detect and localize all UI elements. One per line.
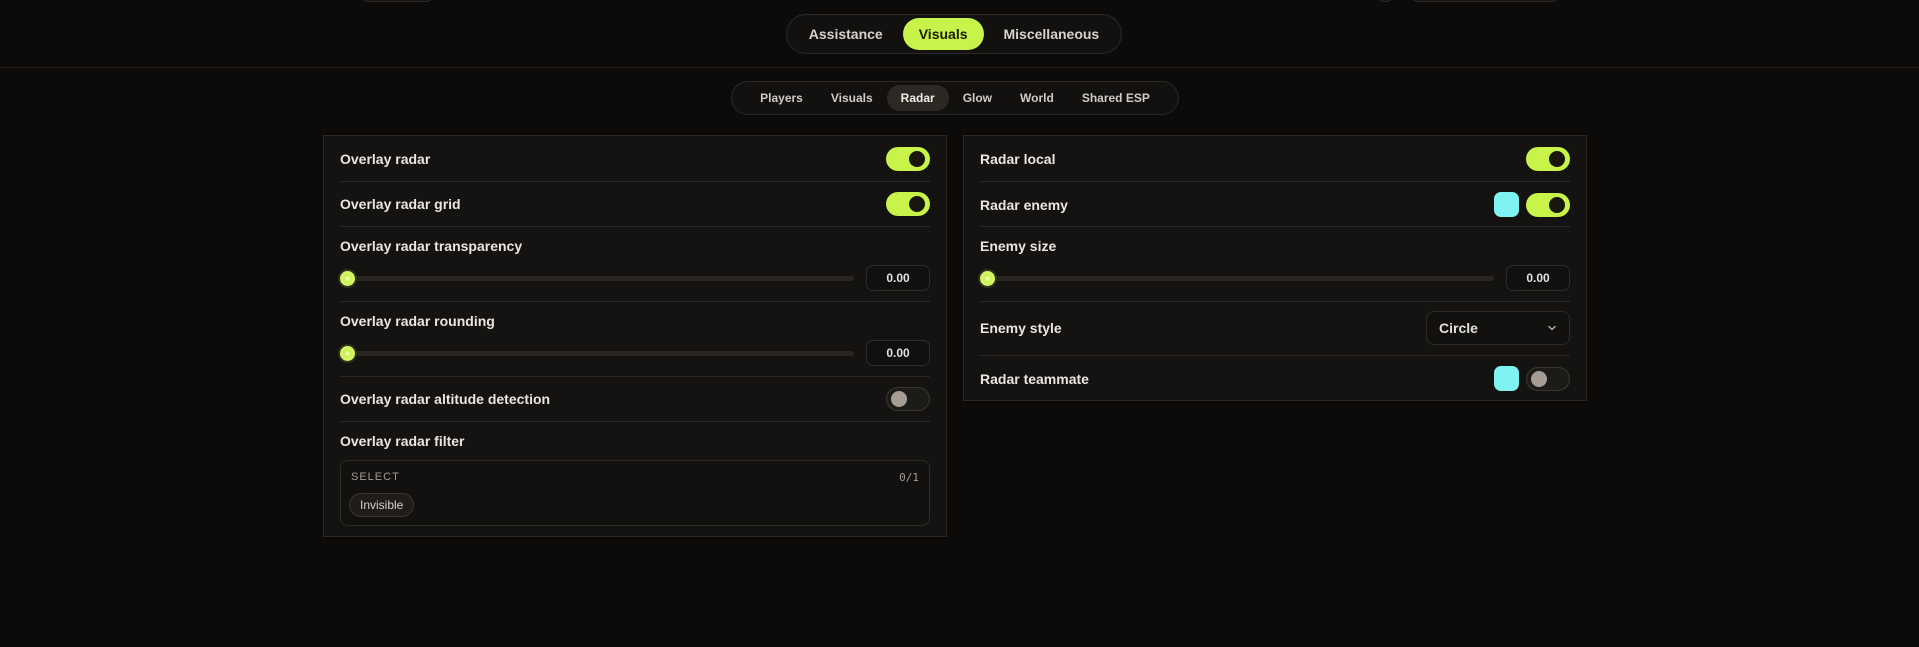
enemy-size-value[interactable]: 0.00 [1506,265,1570,291]
toggle-knob [1549,196,1565,213]
subtab-world[interactable]: World [1006,85,1068,111]
slider-track[interactable] [340,351,854,356]
subtab-radar[interactable]: Radar [886,85,949,111]
overlay-radar-grid-toggle[interactable] [886,192,930,216]
slider-thumb[interactable] [340,346,355,361]
radar-teammate-controls [1494,366,1570,391]
radar-enemy-color-swatch[interactable] [1494,192,1519,217]
subtab-visuals[interactable]: Visuals [817,85,887,111]
radar-teammate-toggle[interactable] [1526,366,1570,391]
overlay-radar-label: Overlay radar [340,151,431,167]
toggle-knob [891,391,907,407]
subtab-glow[interactable]: Glow [949,85,1006,111]
overlay-radar-grid-label: Overlay radar grid [340,196,461,212]
enemy-size-slider: 0.00 [980,265,1570,291]
enemy-size-row: Enemy size [980,236,1570,256]
row-divider [340,301,930,302]
overlay-radar-rounding-slider: 0.00 [340,340,930,366]
toggle-knob [1531,370,1547,387]
main-tab-bar: Assistance Visuals Miscellaneous [786,14,1122,54]
slider-thumb[interactable] [980,271,995,286]
overlay-radar-filter-row: Overlay radar filter [340,431,930,451]
overlay-radar-transparency-value[interactable]: 0.00 [866,265,930,291]
sub-tab-bar: Players Visuals Radar Glow World Shared … [731,81,1179,115]
radar-enemy-label: Radar enemy [980,196,1068,213]
slider-thumb[interactable] [340,271,355,286]
overlay-radar-rounding-value[interactable]: 0.00 [866,340,930,366]
overlay-radar-rounding-label: Overlay radar rounding [340,313,495,329]
enemy-style-value: Circle [1439,320,1478,336]
row-divider [340,376,930,377]
row-divider [340,421,930,422]
filter-option-invisible[interactable]: Invisible [349,493,415,517]
radar-enemy-controls [1494,192,1570,217]
overlay-radar-grid-row: Overlay radar grid [340,192,930,216]
overlay-radar-row: Overlay radar [340,147,930,171]
row-divider [340,181,930,182]
top-right-control-stub [1410,0,1560,2]
enemy-size-label: Enemy size [980,238,1057,254]
row-divider [980,181,1570,182]
select-label: SELECT [351,471,400,483]
overlay-radar-altitude-label: Overlay radar altitude detection [340,391,551,407]
slider-track[interactable] [340,276,854,281]
radar-entities-panel: Radar local Radar enemy Enemy size 0.00 … [963,135,1587,401]
radar-local-row: Radar local [980,147,1570,171]
toggle-knob [1549,151,1565,167]
toggle-knob [909,151,925,167]
radar-teammate-label: Radar teammate [980,370,1089,387]
enemy-style-row: Enemy style Circle [980,311,1570,345]
top-right-icon-stub [1376,0,1394,2]
slider-track[interactable] [980,276,1494,281]
overlay-radar-filter-label: Overlay radar filter [340,433,465,449]
overlay-radar-filter-select[interactable]: SELECT 0/1 Invisible [340,460,930,526]
row-divider [980,301,1570,302]
overlay-radar-panel: Overlay radar Overlay radar grid Overlay… [323,135,947,537]
overlay-radar-toggle[interactable] [886,147,930,171]
selection-count: 0/1 [899,471,919,484]
enemy-style-dropdown[interactable]: Circle [1426,311,1570,345]
overlay-radar-altitude-toggle[interactable] [886,387,930,411]
top-left-control-stub [360,0,434,2]
radar-local-label: Radar local [980,151,1056,167]
radar-enemy-row: Radar enemy [980,192,1570,217]
chevron-down-icon [1548,325,1556,331]
overlay-radar-transparency-slider: 0.00 [340,265,930,291]
row-divider [980,226,1570,227]
row-divider [980,355,1570,356]
subtab-shared-esp[interactable]: Shared ESP [1068,85,1164,111]
radar-local-toggle[interactable] [1526,147,1570,171]
radar-teammate-color-swatch[interactable] [1494,366,1519,391]
header-divider [0,67,1919,68]
row-divider [340,226,930,227]
overlay-radar-altitude-row: Overlay radar altitude detection [340,387,930,411]
tab-assistance[interactable]: Assistance [793,18,899,50]
radar-enemy-toggle[interactable] [1526,192,1570,217]
enemy-style-label: Enemy style [980,320,1062,336]
overlay-radar-transparency-row: Overlay radar transparency [340,236,930,256]
tab-miscellaneous[interactable]: Miscellaneous [988,18,1116,50]
toggle-knob [909,196,925,212]
radar-teammate-row: Radar teammate [980,366,1570,391]
overlay-radar-rounding-row: Overlay radar rounding [340,311,930,331]
subtab-players[interactable]: Players [746,85,817,111]
overlay-radar-transparency-label: Overlay radar transparency [340,238,523,254]
tab-visuals[interactable]: Visuals [902,18,984,50]
